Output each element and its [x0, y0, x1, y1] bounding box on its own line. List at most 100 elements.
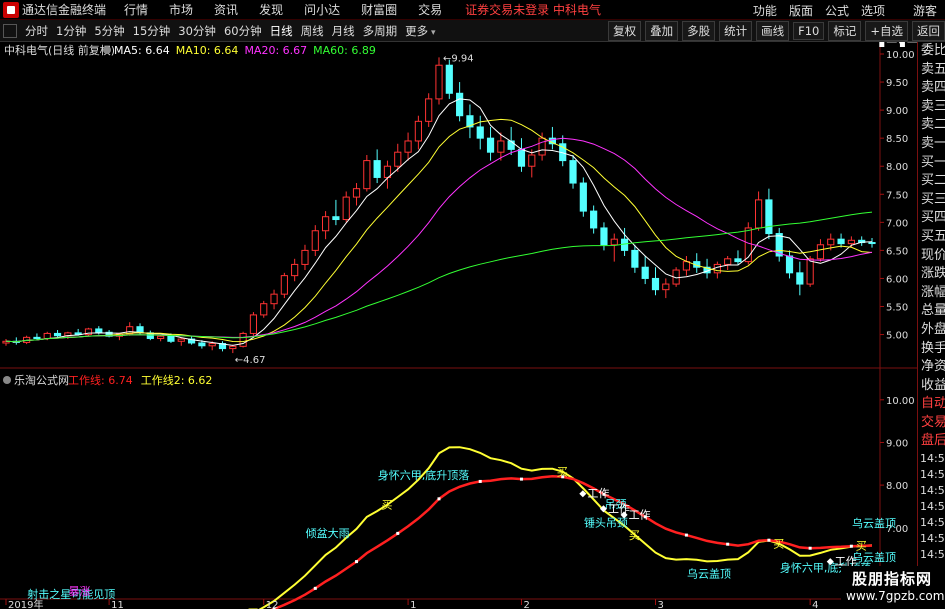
- period-intraday[interactable]: 分时: [25, 23, 48, 39]
- mark-button[interactable]: 标记: [828, 21, 862, 41]
- price-tick-label: 5.00: [886, 331, 908, 342]
- draw-button[interactable]: 画线: [756, 21, 790, 41]
- overlay-button[interactable]: 叠加: [645, 21, 679, 41]
- quote-row-label: 涨幅: [921, 284, 945, 300]
- candle-body: [806, 258, 814, 285]
- ma-line: [5, 137, 873, 343]
- period-weekly[interactable]: 周线: [301, 23, 324, 39]
- menu-item-news[interactable]: 资讯: [214, 1, 238, 18]
- menu-item-layout[interactable]: 版面: [789, 2, 813, 19]
- guest-label[interactable]: 游客: [913, 2, 937, 19]
- quote-row-label: 买三: [921, 191, 945, 207]
- candle-body: [167, 335, 175, 342]
- indicator-tick-label: 9.00: [886, 438, 908, 449]
- menu-item-quotes[interactable]: 行情: [124, 1, 148, 18]
- quote-row-label: 外盘: [921, 321, 945, 337]
- high-price-label: ←9.94: [443, 53, 474, 64]
- indicator-axis: 10.009.008.007.006.00: [880, 396, 915, 577]
- ma-legend-item: MA20: 6.67: [244, 44, 307, 57]
- candle-body: [590, 210, 598, 229]
- chart-area[interactable]: 中科电气(日线 前复权) MA5: 6.64 MA10: 6.64 MA20: 6.…: [0, 32, 929, 609]
- ma-legend-item: MA60: 6.89: [313, 44, 376, 57]
- tick-time: 14:56: [920, 516, 945, 530]
- app-logo-icon: [3, 1, 19, 18]
- candle-body: [579, 182, 587, 212]
- period-more[interactable]: 更多: [405, 23, 435, 39]
- work-signal-label: 工作: [907, 42, 917, 45]
- menu-item-formula[interactable]: 公式: [825, 2, 849, 19]
- period-15min[interactable]: 15分钟: [133, 23, 171, 39]
- f10-button[interactable]: F10: [793, 22, 825, 40]
- quote-row-label: 卖一: [921, 135, 945, 151]
- candle-body: [765, 199, 773, 235]
- right-menu: 功能 版面 公式 选项 游客: [741, 0, 945, 20]
- price-tick-label: 10.00: [886, 50, 915, 61]
- back-button[interactable]: 返回: [912, 21, 945, 41]
- settings-dot-icon[interactable]: [103, 46, 111, 54]
- sub-settings-dot-icon[interactable]: [3, 376, 11, 384]
- candle-body: [847, 239, 855, 245]
- work-signal-label: 工作: [587, 487, 609, 500]
- price-tick-label: 6.00: [886, 274, 908, 285]
- candle-body: [249, 314, 258, 334]
- candle-body: [796, 272, 804, 285]
- price-tick-label: 5.50: [886, 303, 908, 314]
- login-warning[interactable]: 证券交易未登录 中科电气: [465, 1, 601, 18]
- add-watchlist-button[interactable]: +自选: [865, 21, 908, 41]
- signal-label: 倾盆大雨: [306, 526, 350, 540]
- candle-body: [270, 293, 278, 305]
- indicator-annotations: 倾盆大雨乌云盖顶身怀六甲,底升顶落锤头吊颈吊颈乌云盖顶乌云盖顶乌云盖顶射击之星可…: [27, 32, 929, 609]
- menu-item-discover[interactable]: 发现: [259, 1, 283, 18]
- price-tick-label: 7.00: [886, 218, 908, 229]
- work-signal-icon: [879, 42, 885, 47]
- ma-legend: MA5: 6.64 MA10: 6.64 MA20: 6.67 MA60: 6.89: [114, 44, 376, 57]
- period-1min[interactable]: 1分钟: [56, 23, 86, 39]
- period-60min[interactable]: 60分钟: [224, 23, 262, 39]
- candlestick-series: [2, 57, 876, 354]
- candle-body: [311, 230, 319, 251]
- candle-body: [414, 120, 422, 142]
- candle-body: [394, 151, 402, 167]
- menu-item-trade[interactable]: 交易: [418, 1, 442, 18]
- period-5min[interactable]: 5分钟: [94, 23, 124, 39]
- menu-item-functions[interactable]: 功能: [753, 2, 777, 19]
- app-window: 通达信金融终端 行情 市场 资讯 发现 问小达 财富圈 交易 证券交易未登录 中…: [0, 0, 945, 609]
- watermark-url: www.7gpzb.com: [846, 589, 945, 603]
- multi-stock-button[interactable]: 多股: [682, 21, 716, 41]
- candle-body: [724, 258, 732, 265]
- candle-body: [662, 283, 670, 291]
- panel-toggle-icon[interactable]: [3, 23, 17, 38]
- kline-chart[interactable]: 中科电气(日线 前复权) MA5: 6.64 MA10: 6.64 MA20: 6.…: [0, 32, 929, 609]
- stats-button[interactable]: 统计: [719, 21, 753, 41]
- menu-item-market[interactable]: 市场: [169, 1, 193, 18]
- quote-row-label: 换手: [921, 340, 945, 356]
- candle-body: [837, 238, 845, 245]
- date-tick-label: 3: [658, 600, 664, 609]
- menu-bar: 通达信金融终端 行情 市场 资讯 发现 问小达 财富圈 交易 证券交易未登录 中…: [0, 0, 945, 20]
- indicator-legend-item: 工作线2: 6.62: [141, 373, 213, 387]
- ma-legend-item: MA5: 6.64: [114, 44, 170, 57]
- quote-row-label: 净资: [921, 359, 945, 375]
- candle-body: [291, 263, 299, 277]
- period-multi[interactable]: 多周期: [363, 23, 398, 39]
- tick-time: 14:56: [920, 548, 945, 562]
- menu-item-ask[interactable]: 问小达: [304, 1, 340, 18]
- menu-item-wealth[interactable]: 财富圈: [361, 1, 397, 18]
- candle-body: [713, 263, 721, 274]
- candle-body: [95, 328, 103, 333]
- period-monthly[interactable]: 月线: [332, 23, 355, 39]
- candle-body: [600, 227, 608, 246]
- work-signal-icon: [899, 42, 905, 47]
- candle-body: [373, 160, 381, 178]
- adjust-button[interactable]: 复权: [608, 21, 642, 41]
- period-daily[interactable]: 日线: [270, 23, 293, 39]
- menu-item-options[interactable]: 选项: [861, 2, 885, 19]
- price-tick-label: 6.50: [886, 246, 908, 257]
- indicator-dot: [437, 497, 441, 501]
- app-title: 通达信金融终端: [22, 3, 107, 17]
- candle-body: [404, 140, 412, 153]
- candle-body: [497, 140, 505, 153]
- price-tick-label: 8.50: [886, 134, 908, 145]
- candle-body: [682, 261, 691, 271]
- period-30min[interactable]: 30分钟: [178, 23, 216, 39]
